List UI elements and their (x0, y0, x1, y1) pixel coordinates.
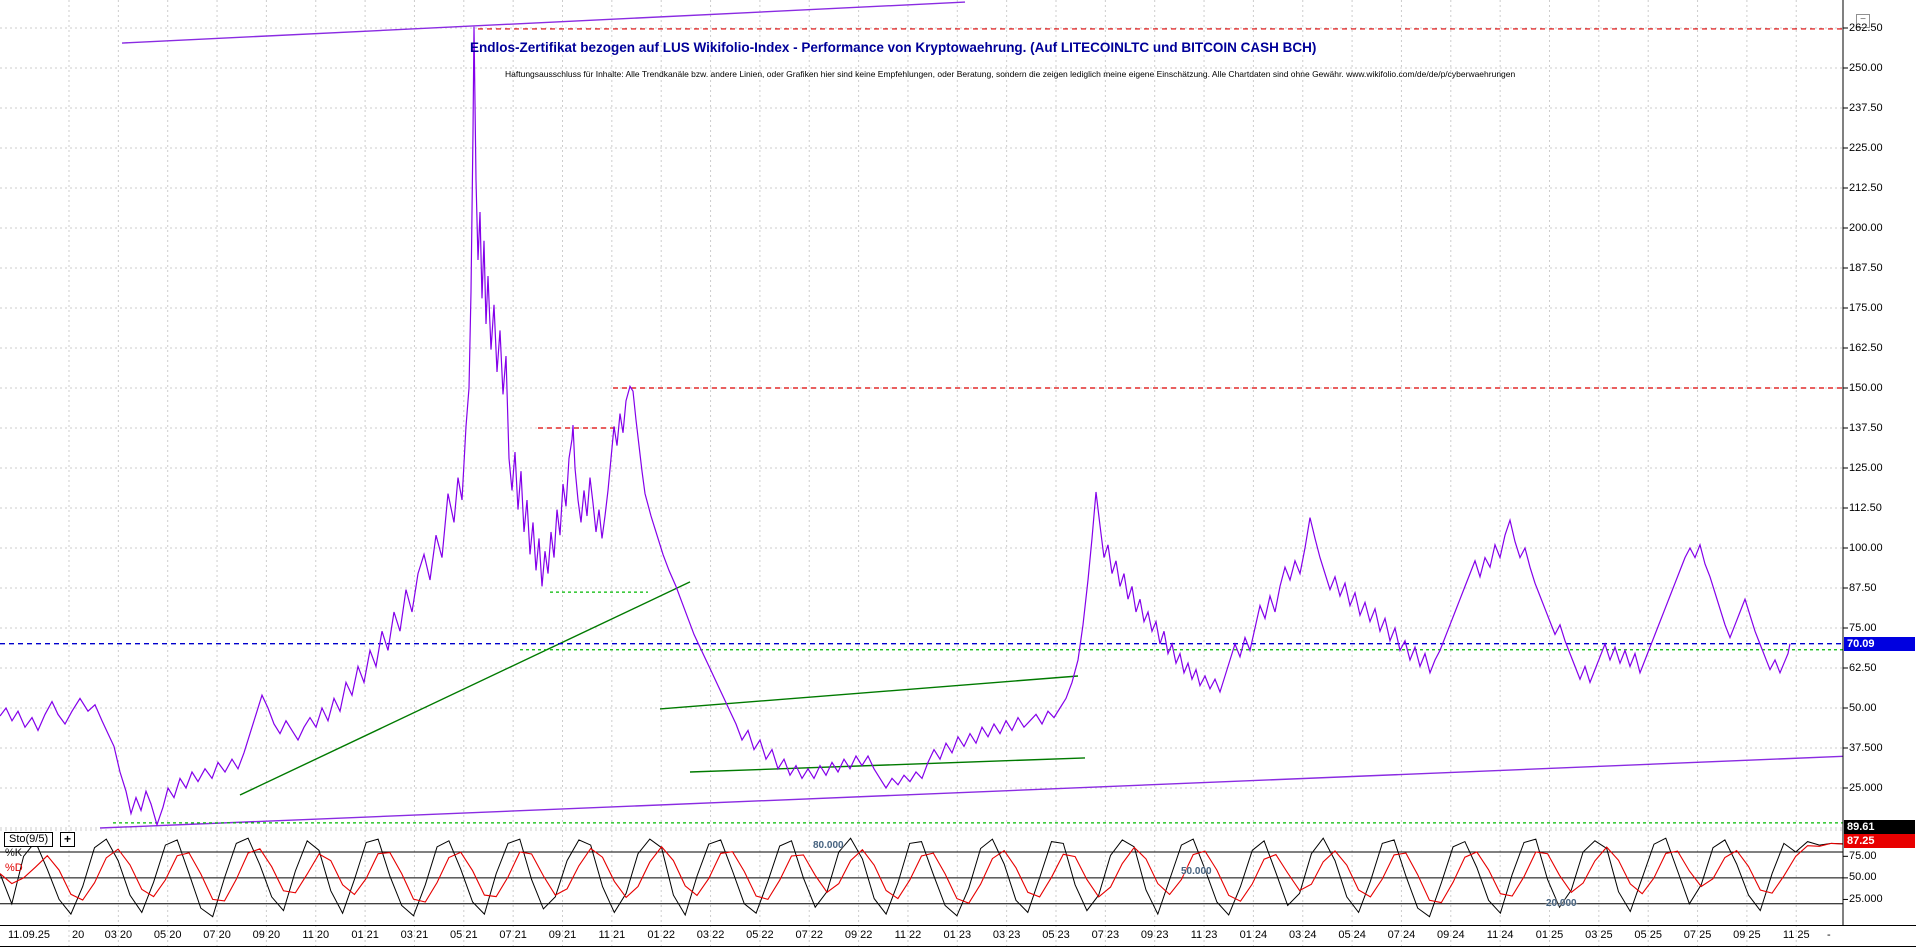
time-axis-label: 11 25 (1773, 929, 1819, 941)
price-axis-label: 237.50 (1849, 102, 1883, 114)
price-axis-label: 125.00 (1849, 462, 1883, 474)
time-axis-label: 05 21 (441, 929, 487, 941)
time-axis-label: 01 21 (342, 929, 388, 941)
time-axis-label: 03 20 (95, 929, 141, 941)
time-axis-label: 09 23 (1132, 929, 1178, 941)
price-axis-label: 162.50 (1849, 342, 1883, 354)
time-axis-label: 01 23 (934, 929, 980, 941)
time-axis-label: 09 21 (540, 929, 586, 941)
stochastic-axis-label: 25.000 (1849, 893, 1883, 905)
time-axis-label: 07 25 (1675, 929, 1721, 941)
time-axis-label: 05 20 (145, 929, 191, 941)
stochastic-axis-label: 75.00 (1849, 850, 1877, 862)
channel-green-lower (690, 758, 1085, 772)
time-axis-label: 05 24 (1329, 929, 1375, 941)
percent-d-label: %D (5, 862, 23, 874)
price-axis-label: 37.500 (1849, 742, 1883, 754)
time-axis-label: 01 25 (1527, 929, 1573, 941)
time-axis-label: - (1827, 929, 1831, 941)
price-axis-label: 262.50 (1849, 22, 1883, 34)
time-axis-date-label: 11.09.25 (8, 929, 50, 941)
sto-level-80-label: 80.000 (813, 840, 844, 851)
price-axis-label: 200.00 (1849, 222, 1883, 234)
price-axis-label: 87.50 (1849, 582, 1877, 594)
price-axis-label: 50.00 (1849, 702, 1877, 714)
time-axis-label: 03 25 (1576, 929, 1622, 941)
stochastic-d-value-badge: 87.25 (1844, 834, 1915, 848)
time-axis-label: 07 24 (1378, 929, 1424, 941)
price-axis-label: 150.00 (1849, 382, 1883, 394)
time-axis-label: 11 24 (1477, 929, 1523, 941)
time-axis-label: 03 22 (688, 929, 734, 941)
time-axis-label: 05 22 (737, 929, 783, 941)
time-axis-label: 09 22 (836, 929, 882, 941)
time-axis-label: 03 23 (984, 929, 1030, 941)
price-axis-label: 25.000 (1849, 782, 1883, 794)
chart-title: Endlos-Zertifikat bezogen auf LUS Wikifo… (470, 40, 1316, 55)
time-axis-label: 03 21 (391, 929, 437, 941)
price-axis-label: 212.50 (1849, 182, 1883, 194)
channel-green-upper (660, 676, 1078, 709)
sto-level-20-label: 20.000 (1546, 898, 1577, 909)
time-axis-label: 07 22 (786, 929, 832, 941)
time-axis-label: 01 22 (638, 929, 684, 941)
time-axis-label: 11 22 (885, 929, 931, 941)
time-axis-label: 01 24 (1230, 929, 1276, 941)
price-axis-label: 250.00 (1849, 62, 1883, 74)
sto-level-50-label: 50.000 (1181, 866, 1212, 877)
price-line (0, 27, 1790, 825)
trendline-top (122, 2, 965, 43)
price-axis-label: 62.50 (1849, 662, 1877, 674)
time-axis-label: 03 24 (1280, 929, 1326, 941)
time-axis-label: 05 23 (1033, 929, 1079, 941)
stochastic-axis-label: 50.00 (1849, 871, 1877, 883)
chart-canvas[interactable] (0, 0, 1916, 948)
time-axis-label: 09 20 (243, 929, 289, 941)
stochastic-indicator-button[interactable]: Sto(9/5) (4, 832, 53, 847)
price-axis-label: 187.50 (1849, 262, 1883, 274)
add-indicator-button[interactable]: + (60, 832, 75, 847)
time-axis-label: 11 21 (589, 929, 635, 941)
stochastic-k-value-badge: 89.61 (1844, 820, 1915, 834)
price-axis-label: 100.00 (1849, 542, 1883, 554)
time-axis-label: 11 23 (1181, 929, 1227, 941)
time-axis-label: 09 24 (1428, 929, 1474, 941)
time-axis-label: 09 25 (1724, 929, 1770, 941)
trendline-green-rising (240, 582, 690, 795)
time-axis-label: 07 21 (490, 929, 536, 941)
time-axis-label: 05 25 (1625, 929, 1671, 941)
percent-k-label: %K (5, 847, 22, 859)
price-axis-label: 112.50 (1849, 502, 1882, 514)
time-axis-label: 07 20 (194, 929, 240, 941)
chart-disclaimer: Haftungsausschluss für Inhalte: Alle Tre… (505, 69, 1515, 79)
chart-window: Endlos-Zertifikat bezogen auf LUS Wikifo… (0, 0, 1916, 948)
time-axis-label: 07 23 (1082, 929, 1128, 941)
current-price-badge: 70.09 (1844, 637, 1915, 651)
price-axis-label: 225.00 (1849, 142, 1883, 154)
trendline-bottom (100, 756, 1843, 828)
price-axis-label: 137.50 (1849, 422, 1883, 434)
time-axis-label: 11 20 (293, 929, 339, 941)
price-axis-label: 75.00 (1849, 622, 1877, 634)
price-axis-label: 175.00 (1849, 302, 1883, 314)
